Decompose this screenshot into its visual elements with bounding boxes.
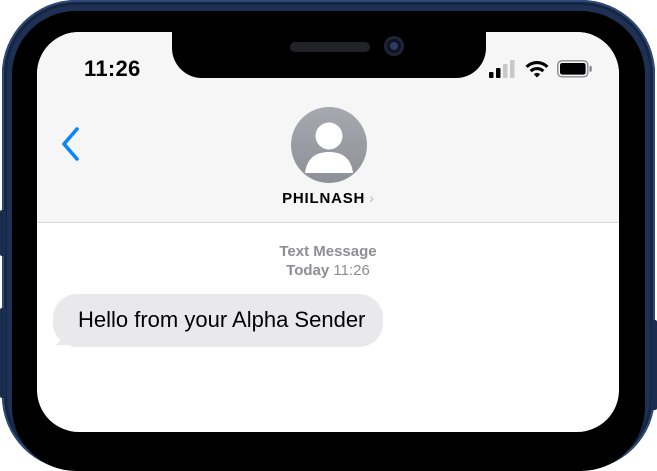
wifi-icon — [525, 61, 549, 78]
volume-down-button — [0, 308, 6, 398]
speaker-grille — [290, 42, 370, 52]
message-row: Hello from your Alpha Sender — [53, 294, 384, 347]
status-icons — [489, 58, 599, 82]
contact-details-button[interactable]: PHILNASH › — [37, 190, 619, 208]
battery-icon — [557, 60, 592, 78]
timestamp: Today 11:26 — [37, 261, 619, 280]
day-label: Today — [286, 262, 330, 279]
contact-name: PHILNASH — [282, 190, 366, 207]
signal-icon — [489, 60, 515, 78]
conversation-header: 11:26 PHILNASH › — [37, 32, 619, 223]
service-label: Text Message — [279, 243, 377, 260]
power-button — [651, 320, 657, 410]
status-time: 11:26 — [84, 56, 141, 81]
notch — [172, 32, 486, 78]
contact-avatar[interactable] — [291, 107, 367, 183]
volume-up-button — [0, 210, 6, 256]
message-meta: Text Message Today 11:26 — [37, 242, 619, 280]
back-button[interactable] — [57, 124, 83, 164]
chevron-left-icon — [62, 127, 79, 161]
incoming-message-bubble[interactable]: Hello from your Alpha Sender — [53, 294, 384, 347]
screen: 11:26 PHILNASH › Text Message Today 11:2… — [37, 32, 619, 432]
front-camera — [384, 36, 404, 56]
chevron-right-icon: › — [369, 190, 374, 206]
time-label: 11:26 — [333, 262, 370, 279]
person-icon — [305, 122, 353, 173]
